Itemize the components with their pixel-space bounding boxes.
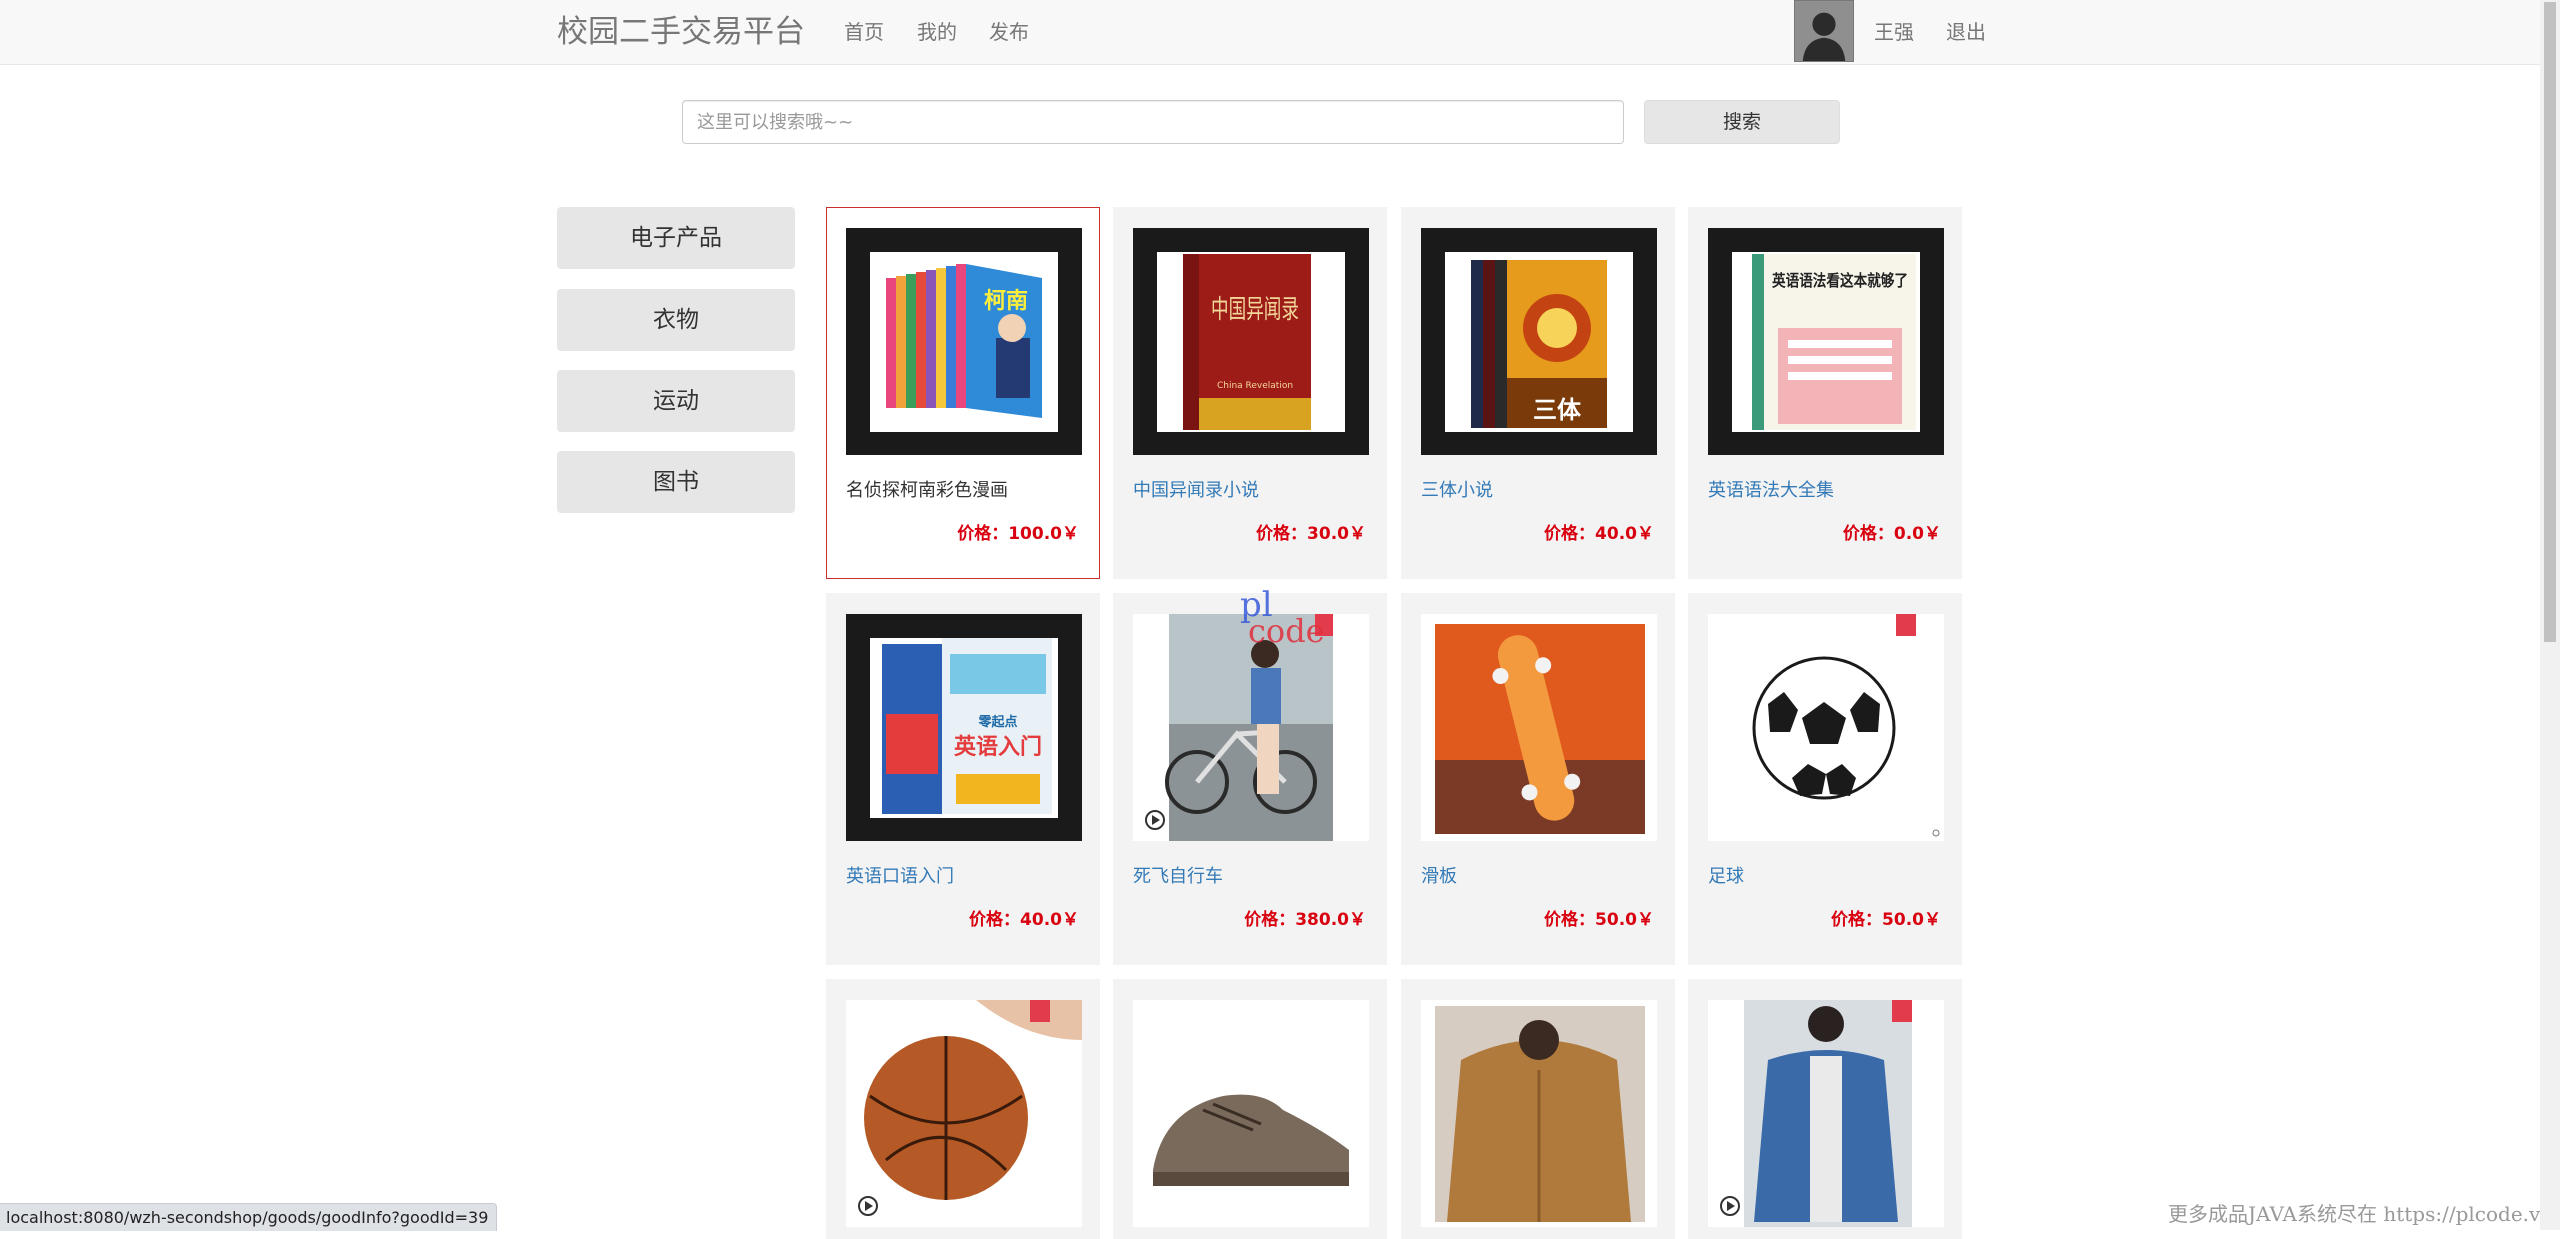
logout-link[interactable]: 退出 [1946, 18, 1986, 46]
product-title[interactable]: 死飞自行车 [1133, 862, 1223, 888]
product-price: 价格：40.0￥ [1544, 524, 1654, 544]
nav-publish-link[interactable]: 发布 [989, 18, 1029, 46]
search-button[interactable]: 搜索 [1644, 100, 1840, 144]
product-price: 价格：40.0￥ [969, 910, 1079, 930]
site-brand[interactable]: 校园二手交易平台 [557, 12, 805, 52]
product-title[interactable]: 中国异闻录小说 [1133, 476, 1259, 502]
product-image-conan-manga[interactable]: 柯南 [846, 228, 1082, 455]
product-card[interactable]: 死飞自行车 价格：380.0￥ [1113, 593, 1387, 965]
product-price: 价格：50.0￥ [1544, 910, 1654, 930]
product-title[interactable]: 英语语法大全集 [1708, 476, 1834, 502]
product-image-fur-coat[interactable] [1421, 1000, 1657, 1227]
category-electronics[interactable]: 电子产品 [557, 207, 795, 269]
product-image-denim-jacket[interactable] [1708, 1000, 1944, 1227]
cover-title-threebody: 三体 [1533, 396, 1582, 424]
cover-title-oral: 英语入门 [954, 734, 1042, 760]
product-image-sneaker[interactable] [1133, 1000, 1369, 1227]
product-image-skateboard[interactable] [1421, 614, 1657, 841]
product-title[interactable]: 英语口语入门 [846, 862, 954, 888]
cover-title-china: 中国异闻录 [1211, 295, 1299, 325]
category-sports[interactable]: 运动 [557, 370, 795, 432]
product-card[interactable] [1688, 979, 1962, 1239]
cover-subtitle-china: China Revelation [1217, 381, 1293, 391]
cover-title-conan: 柯南 [984, 288, 1028, 314]
product-card[interactable]: 英语语法看这本就够了 英语语法大全集 价格：0.0￥ [1688, 207, 1962, 579]
product-card[interactable]: 滑板 价格：50.0￥ [1401, 593, 1675, 965]
product-card[interactable] [1113, 979, 1387, 1239]
category-clothing[interactable]: 衣物 [557, 289, 795, 351]
product-card[interactable]: 零起点 英语入门 英语口语入门 价格：40.0￥ [826, 593, 1100, 965]
product-title[interactable]: 足球 [1708, 862, 1744, 888]
cover-title-grammar: 英语语法看这本就够了 [1771, 271, 1908, 290]
user-avatar[interactable] [1794, 0, 1854, 62]
product-card[interactable]: 三体 三体小说 价格：40.0￥ [1401, 207, 1675, 579]
nav-home-link[interactable]: 首页 [844, 18, 884, 46]
category-books[interactable]: 图书 [557, 451, 795, 513]
product-image-three-body[interactable]: 三体 [1421, 228, 1657, 455]
svg-text:code: code [1248, 612, 1325, 646]
user-silhouette-icon [1795, 1, 1853, 61]
product-title[interactable]: 名侦探柯南彩色漫画 [846, 476, 1008, 502]
nav-mine-link[interactable]: 我的 [917, 18, 957, 46]
product-image-grammar-book[interactable]: 英语语法看这本就够了 [1708, 228, 1944, 455]
product-price: 价格：100.0￥ [957, 524, 1079, 544]
product-card[interactable] [826, 979, 1100, 1239]
page-scrollbar-thumb[interactable] [2544, 2, 2556, 642]
product-title[interactable]: 滑板 [1421, 862, 1457, 888]
product-card[interactable]: 中国异闻录 China Revelation 中国异闻录小说 价格：30.0￥ [1113, 207, 1387, 579]
product-price: 价格：380.0￥ [1244, 910, 1366, 930]
product-image-football[interactable] [1708, 614, 1944, 841]
product-image-china-book[interactable]: 中国异闻录 China Revelation [1133, 228, 1369, 455]
cover-subtitle-oral: 零起点 [977, 714, 1017, 730]
watermark-logo: pl code [1240, 586, 1325, 646]
product-card[interactable]: 柯南 名侦探柯南彩色漫画 价格：100.0￥ [826, 207, 1100, 579]
search-input[interactable] [682, 100, 1624, 144]
product-price: 价格：0.0￥ [1842, 524, 1941, 544]
top-navbar: 校园二手交易平台 首页 我的 发布 王强 退出 [0, 0, 2560, 65]
product-image-fixed-gear-bike[interactable] [1133, 614, 1369, 841]
user-name-link[interactable]: 王强 [1874, 18, 1914, 46]
product-card[interactable] [1401, 979, 1675, 1239]
browser-status-url: localhost:8080/wzh-secondshop/goods/good… [0, 1203, 498, 1231]
product-price: 价格：30.0￥ [1256, 524, 1366, 544]
product-price: 价格：50.0￥ [1831, 910, 1941, 930]
product-title[interactable]: 三体小说 [1421, 476, 1493, 502]
product-image-basketball[interactable] [846, 1000, 1082, 1227]
product-card[interactable]: 足球 价格：50.0￥ [1688, 593, 1962, 965]
watermark-text: 更多成品JAVA系统尽在 https://plcode.vip [2168, 1202, 2560, 1226]
product-image-oral-english-book[interactable]: 零起点 英语入门 [846, 614, 1082, 841]
